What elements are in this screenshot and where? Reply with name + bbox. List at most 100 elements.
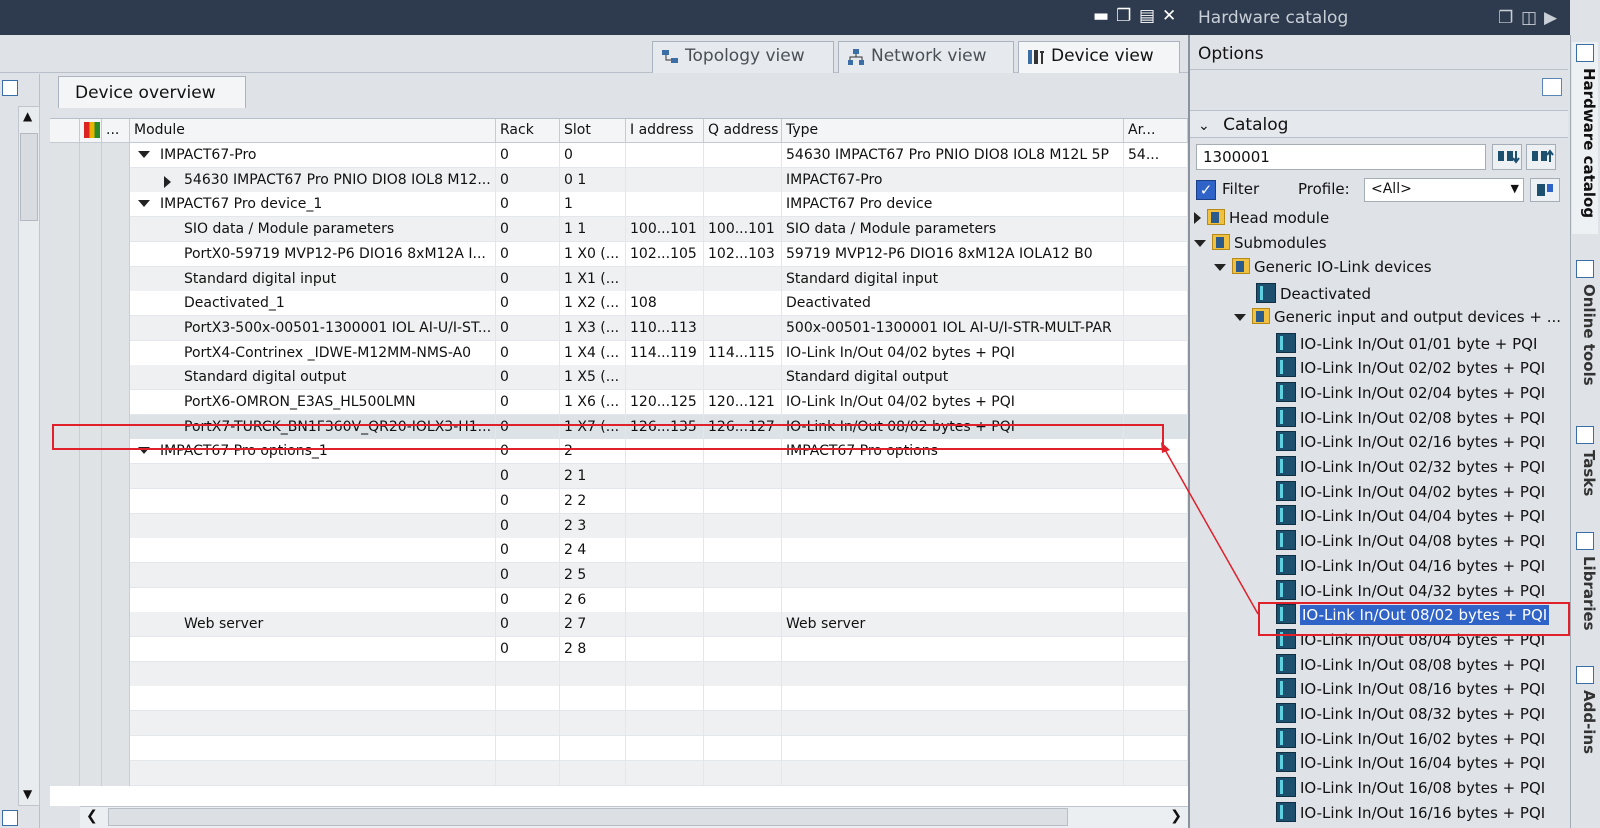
rack-cell[interactable]: 0: [496, 340, 560, 366]
qaddr-cell[interactable]: [704, 192, 782, 218]
slot-cell[interactable]: [560, 711, 626, 737]
iaddr-cell[interactable]: [626, 735, 704, 761]
header-col-grid[interactable]: [50, 119, 80, 143]
header-col-rack[interactable]: Rack: [496, 119, 560, 143]
table-row[interactable]: IMPACT67 Pro device_1 0 1 IMPACT67 Pro devi…: [50, 192, 1188, 218]
table-row[interactable]: Standard digital input 0 1 X1 (... Standard…: [50, 266, 1188, 292]
minimize-icon[interactable]: ▬: [1093, 6, 1109, 26]
iaddr-cell[interactable]: [626, 562, 704, 588]
table-row[interactable]: 0 2 1: [50, 464, 1188, 490]
slot-cell[interactable]: 2 2: [560, 488, 626, 514]
module-cell[interactable]: [130, 488, 496, 514]
vertical-scrollbar[interactable]: ▲ ▼: [18, 106, 40, 806]
qaddr-cell[interactable]: [704, 587, 782, 613]
table-row[interactable]: PortX4-Contrinex _IDWE-M12MM-NMS-A0 0 1 X4…: [50, 340, 1188, 366]
catalog-item[interactable]: IO-Link In/Out 02/32 bytes + PQI: [1276, 453, 1545, 478]
table-row[interactable]: [50, 735, 1188, 761]
header-col-type[interactable]: Type: [782, 119, 1124, 143]
horizontal-scroll-thumb[interactable]: [108, 808, 1068, 826]
type-cell[interactable]: 500x-00501-1300001 IOL AI-U/I-STR-MULT-P…: [782, 315, 1124, 341]
type-cell[interactable]: [782, 661, 1124, 687]
slot-cell[interactable]: 1 X4 (...: [560, 340, 626, 366]
slot-cell[interactable]: [560, 760, 626, 786]
catalog-folder[interactable]: Generic IO-Link devices: [1214, 255, 1432, 280]
catalog-item[interactable]: IO-Link In/Out 04/02 bytes + PQI: [1276, 478, 1545, 503]
ar-cell[interactable]: [1124, 291, 1188, 317]
ar-cell[interactable]: [1124, 513, 1188, 539]
expand-down-icon[interactable]: [138, 200, 150, 208]
slot-cell[interactable]: 1 X5 (...: [560, 365, 626, 391]
qaddr-cell[interactable]: [704, 686, 782, 712]
header-col-diag[interactable]: [80, 119, 102, 143]
ar-cell[interactable]: [1124, 167, 1188, 193]
slot-cell[interactable]: 0 1: [560, 167, 626, 193]
qaddr-cell[interactable]: [704, 365, 782, 391]
slot-cell[interactable]: 1 X0 (...: [560, 241, 626, 267]
ar-cell[interactable]: [1124, 365, 1188, 391]
catalog-folder[interactable]: Head module: [1194, 206, 1329, 231]
module-cell[interactable]: 54630 IMPACT67 Pro PNIO DIO8 IOL8 M12...: [130, 167, 496, 193]
rack-cell[interactable]: 0: [496, 143, 560, 168]
rack-cell[interactable]: 0: [496, 192, 560, 218]
iaddr-cell[interactable]: 114...119: [626, 340, 704, 366]
module-cell[interactable]: Standard digital output: [130, 365, 496, 391]
rack-cell[interactable]: 0: [496, 315, 560, 341]
ar-cell[interactable]: [1124, 340, 1188, 366]
filter-checkbox[interactable]: ✓: [1196, 180, 1216, 200]
module-cell[interactable]: [130, 587, 496, 613]
catalog-item[interactable]: IO-Link In/Out 16/08 bytes + PQI: [1276, 774, 1545, 799]
qaddr-cell[interactable]: [704, 291, 782, 317]
table-row[interactable]: 0 2 3: [50, 513, 1188, 539]
iaddr-cell[interactable]: [626, 167, 704, 193]
module-cell[interactable]: [130, 513, 496, 539]
module-cell[interactable]: [130, 637, 496, 662]
module-cell[interactable]: [130, 562, 496, 588]
header-col-qaddr[interactable]: Q address: [704, 119, 782, 143]
rack-cell[interactable]: 0: [496, 612, 560, 638]
table-row[interactable]: [50, 711, 1188, 737]
iaddr-cell[interactable]: 120...125: [626, 390, 704, 415]
table-row[interactable]: 0 2 4: [50, 538, 1188, 564]
expand-down-icon[interactable]: [1214, 264, 1226, 272]
qaddr-cell[interactable]: [704, 612, 782, 638]
type-cell[interactable]: Standard digital input: [782, 266, 1124, 292]
scroll-up-icon[interactable]: ▲: [23, 109, 32, 123]
type-cell[interactable]: [782, 637, 1124, 662]
rack-cell[interactable]: [496, 661, 560, 687]
type-cell[interactable]: [782, 513, 1124, 539]
module-cell[interactable]: Deactivated_1: [130, 291, 496, 317]
iaddr-cell[interactable]: [626, 266, 704, 292]
table-row[interactable]: 0 2 6: [50, 587, 1188, 613]
rack-cell[interactable]: 0: [496, 464, 560, 490]
table-row[interactable]: 0 2 5: [50, 562, 1188, 588]
table-row[interactable]: PortX6-OMRON_E3AS_HL500LMN 0 1 X6 (... 120.…: [50, 390, 1188, 415]
qaddr-cell[interactable]: [704, 562, 782, 588]
ar-cell[interactable]: [1124, 266, 1188, 292]
iaddr-cell[interactable]: [626, 192, 704, 218]
qaddr-cell[interactable]: [704, 315, 782, 341]
catalog-folder[interactable]: Generic input and output devices + ...: [1234, 305, 1561, 330]
rack-cell[interactable]: [496, 686, 560, 712]
qaddr-cell[interactable]: [704, 637, 782, 662]
module-cell[interactable]: PortX0-59719 MVP12-P6 DIO16 8xM12A I...: [130, 241, 496, 267]
slot-cell[interactable]: 1 1: [560, 217, 626, 243]
collapse-right-icon[interactable]: ▶: [1544, 8, 1557, 28]
iaddr-cell[interactable]: [626, 513, 704, 539]
iaddr-cell[interactable]: [626, 612, 704, 638]
rack-cell[interactable]: 0: [496, 488, 560, 514]
iaddr-cell[interactable]: [626, 488, 704, 514]
slot-cell[interactable]: 1 X3 (...: [560, 315, 626, 341]
iaddr-cell[interactable]: 108: [626, 291, 704, 317]
ar-cell[interactable]: [1124, 711, 1188, 737]
type-cell[interactable]: Standard digital output: [782, 365, 1124, 391]
ar-cell[interactable]: 54...: [1124, 143, 1188, 168]
slot-cell[interactable]: 1: [560, 192, 626, 218]
type-cell[interactable]: [782, 488, 1124, 514]
slot-cell[interactable]: 1 X2 (...: [560, 291, 626, 317]
rack-cell[interactable]: 0: [496, 538, 560, 564]
options-header[interactable]: Options: [1190, 38, 1568, 70]
rack-cell[interactable]: 0: [496, 291, 560, 317]
rack-cell[interactable]: [496, 711, 560, 737]
catalog-item[interactable]: IO-Link In/Out 08/32 bytes + PQI: [1276, 700, 1545, 725]
header-col-iaddr[interactable]: I address: [626, 119, 704, 143]
